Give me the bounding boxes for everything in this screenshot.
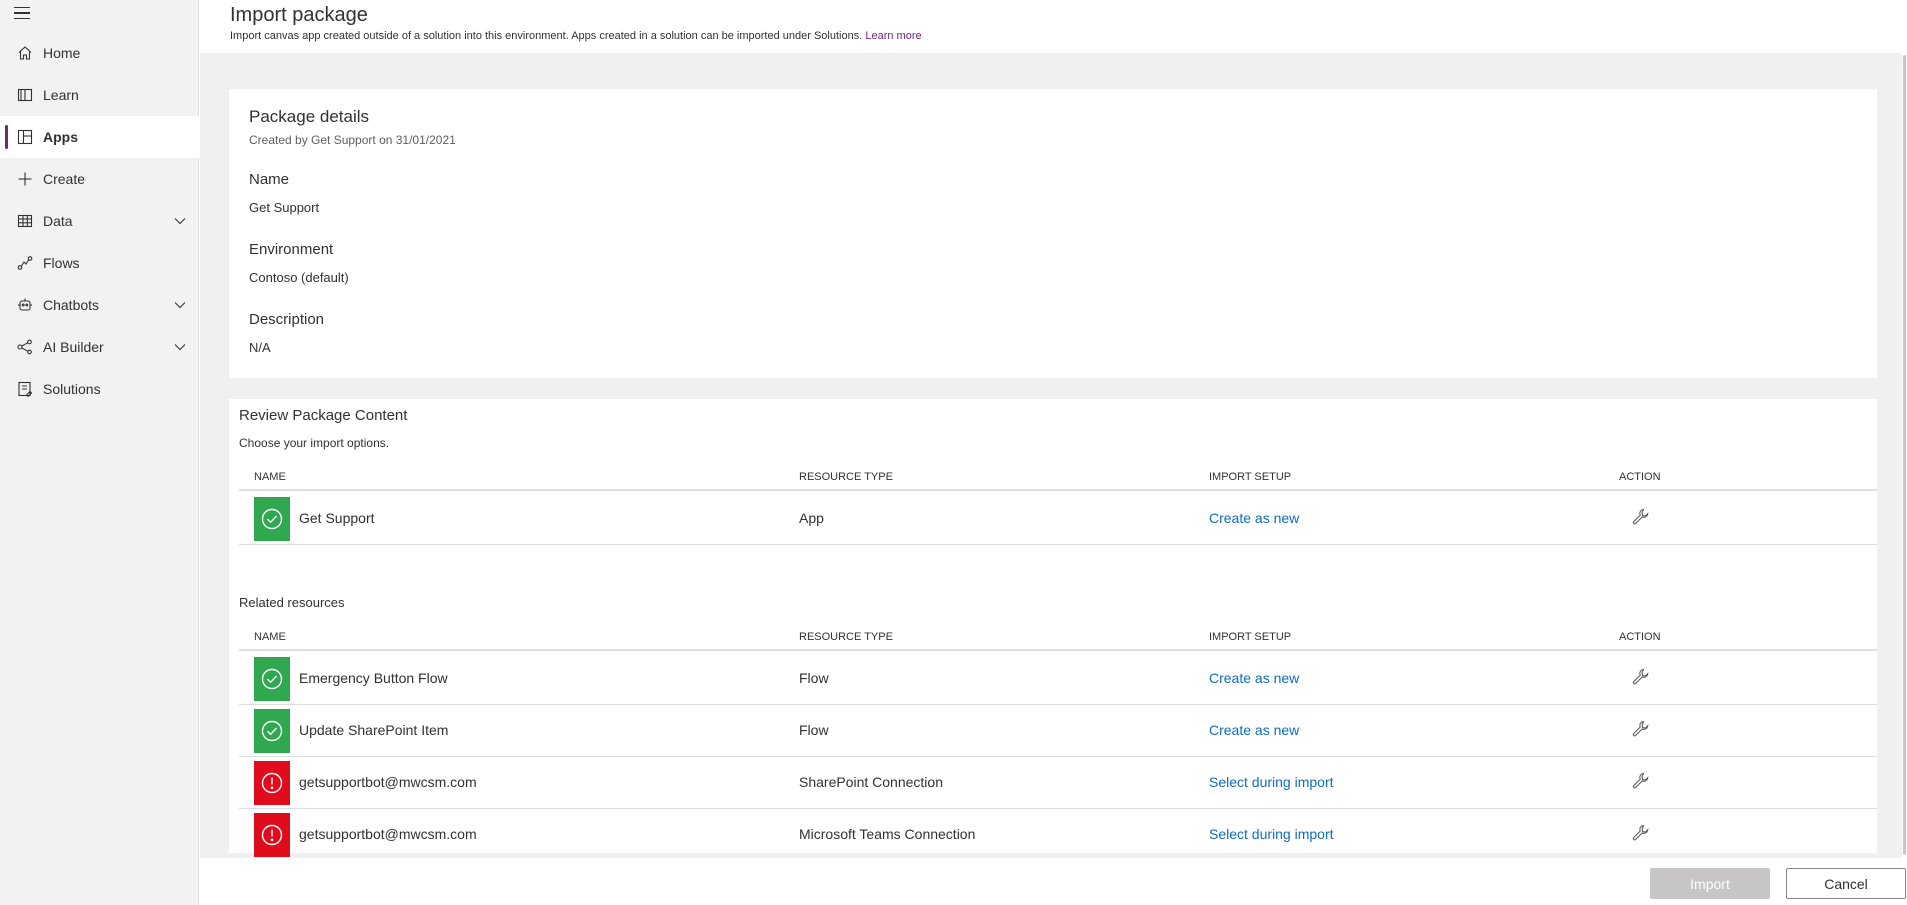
environment-label: Environment <box>249 241 334 258</box>
import-setup-link[interactable]: Create as new <box>1209 670 1299 686</box>
table-row: Update SharePoint Item Flow Create as ne… <box>239 705 1877 757</box>
resource-type: App <box>799 510 824 526</box>
resource-name: getsupportbot@mwcsm.com <box>299 826 477 842</box>
wrench-icon[interactable] <box>1631 667 1653 689</box>
page-title: Import package <box>230 4 368 26</box>
column-header-name: NAME <box>254 471 286 483</box>
wrench-icon[interactable] <box>1631 507 1653 529</box>
import-setup-link[interactable]: Select during import <box>1209 774 1334 790</box>
page-subtitle: Import canvas app created outside of a s… <box>230 30 922 42</box>
sidebar-item-flows[interactable]: Flows <box>0 242 199 284</box>
page-header: Import package Import canvas app created… <box>200 0 1907 53</box>
import-setup-link[interactable]: Select during import <box>1209 826 1334 842</box>
column-header-import-setup: IMPORT SETUP <box>1209 631 1292 643</box>
sidebar-item-home[interactable]: Home <box>0 32 199 74</box>
wrench-icon[interactable] <box>1631 823 1653 845</box>
table-row: Emergency Button Flow Flow Create as new <box>239 653 1877 705</box>
error-icon <box>254 761 290 805</box>
sidebar-item-label: Home <box>43 45 81 61</box>
name-value: Get Support <box>249 200 320 215</box>
page-subtitle-text: Import canvas app created outside of a s… <box>230 30 863 42</box>
name-label: Name <box>249 171 290 188</box>
success-icon <box>254 497 290 541</box>
wrench-icon[interactable] <box>1631 719 1653 741</box>
chevron-down-icon[interactable] <box>173 298 187 312</box>
footer-bar: Import Cancel <box>200 858 1907 905</box>
sidebar-item-apps[interactable]: Apps <box>0 116 199 158</box>
left-navigation: Home Learn Apps Create Data Flows Chatbo… <box>0 0 199 905</box>
sidebar-item-label: Learn <box>43 87 79 103</box>
sidebar-item-label: Flows <box>43 255 80 271</box>
resource-type: SharePoint Connection <box>799 774 943 790</box>
bot-icon <box>17 297 33 313</box>
flow-icon <box>17 255 33 271</box>
description-label: Description <box>249 311 325 328</box>
resource-type: Flow <box>799 670 829 686</box>
related-resources-title: Related resources <box>239 595 345 610</box>
sidebar-item-ai-builder[interactable]: AI Builder <box>0 326 199 368</box>
sidebar-item-label: Data <box>43 213 73 229</box>
sidebar-item-label: Create <box>43 171 86 187</box>
table-row: Get Support App Create as new <box>239 493 1877 545</box>
learn-more-link[interactable]: Learn more <box>865 30 921 42</box>
sidebar-item-label: Chatbots <box>43 297 100 313</box>
table-icon <box>17 213 33 229</box>
sidebar-item-label: AI Builder <box>43 339 104 355</box>
ai-builder-icon <box>17 339 33 355</box>
sidebar-item-create[interactable]: Create <box>0 158 199 200</box>
chevron-down-icon[interactable] <box>173 214 187 228</box>
sidebar-item-learn[interactable]: Learn <box>0 74 199 116</box>
related-table-header: NAME RESOURCE TYPE IMPORT SETUP ACTION <box>239 626 1877 651</box>
sidebar-item-data[interactable]: Data <box>0 200 199 242</box>
table-row: getsupportbot@mwcsm.com SharePoint Conne… <box>239 757 1877 809</box>
column-header-import-setup: IMPORT SETUP <box>1209 471 1292 483</box>
vertical-scrollbar[interactable] <box>1902 53 1907 858</box>
cancel-button[interactable]: Cancel <box>1786 868 1906 899</box>
wrench-icon[interactable] <box>1631 771 1653 793</box>
success-icon <box>254 657 290 701</box>
column-header-action: ACTION <box>1619 631 1661 643</box>
nav-list: Home Learn Apps Create Data Flows Chatbo… <box>0 32 199 410</box>
sidebar-item-label: Apps <box>43 129 78 145</box>
table-header: NAME RESOURCE TYPE IMPORT SETUP ACTION <box>239 466 1877 491</box>
resource-type: Microsoft Teams Connection <box>799 826 976 842</box>
plus-icon <box>17 171 33 187</box>
sidebar-item-label: Solutions <box>43 381 101 397</box>
import-setup-link[interactable]: Create as new <box>1209 510 1299 526</box>
column-header-resource-type: RESOURCE TYPE <box>799 471 893 483</box>
environment-value: Contoso (default) <box>249 270 349 285</box>
resource-type: Flow <box>799 722 829 738</box>
import-button[interactable]: Import <box>1650 868 1770 899</box>
resource-name: Emergency Button Flow <box>299 670 448 686</box>
table-row: getsupportbot@mwcsm.com Microsoft Teams … <box>239 809 1877 861</box>
book-icon <box>17 87 33 103</box>
chevron-down-icon[interactable] <box>173 340 187 354</box>
import-setup-link[interactable]: Create as new <box>1209 722 1299 738</box>
main-content: Import package Import canvas app created… <box>200 0 1907 905</box>
solutions-icon <box>17 381 33 397</box>
package-details-card: Package details Created by Get Support o… <box>229 89 1877 378</box>
package-details-title: Package details <box>249 107 370 126</box>
success-icon <box>254 709 290 753</box>
review-subtitle: Choose your import options. <box>239 436 390 450</box>
review-title: Review Package Content <box>239 407 408 424</box>
review-package-card: Review Package Content Choose your impor… <box>229 399 1877 857</box>
package-created-by: Created by Get Support on 31/01/2021 <box>249 133 456 147</box>
scrollbar-thumb[interactable] <box>1903 55 1906 855</box>
description-value: N/A <box>249 340 271 355</box>
hamburger-menu-icon[interactable] <box>14 4 34 22</box>
sidebar-item-solutions[interactable]: Solutions <box>0 368 199 410</box>
column-header-action: ACTION <box>1619 471 1661 483</box>
resource-name: Update SharePoint Item <box>299 722 449 738</box>
sidebar-item-chatbots[interactable]: Chatbots <box>0 284 199 326</box>
resource-name: getsupportbot@mwcsm.com <box>299 774 477 790</box>
resource-name: Get Support <box>299 510 375 526</box>
home-icon <box>17 45 33 61</box>
column-header-resource-type: RESOURCE TYPE <box>799 631 893 643</box>
error-icon <box>254 813 290 857</box>
column-header-name: NAME <box>254 631 286 643</box>
apps-icon <box>17 129 33 145</box>
